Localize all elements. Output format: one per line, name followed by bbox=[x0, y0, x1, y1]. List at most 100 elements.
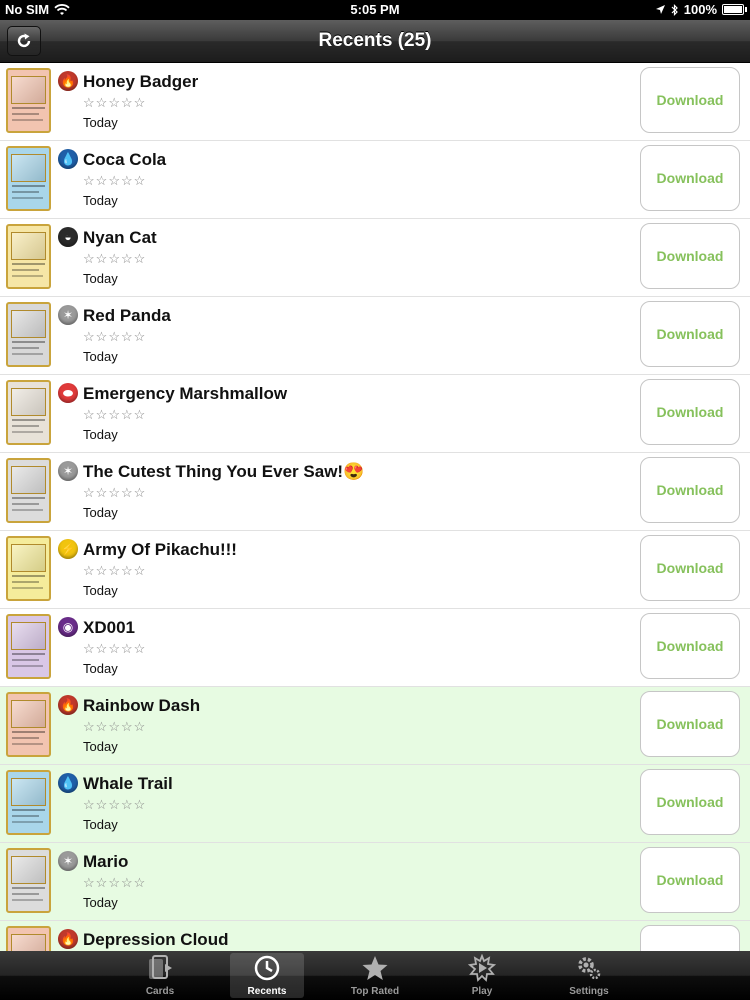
rating-stars[interactable]: ☆ ☆ ☆ ☆ ☆ bbox=[83, 876, 145, 889]
tab-label: Cards bbox=[145, 986, 175, 997]
star-empty-icon: ☆ bbox=[95, 563, 108, 578]
rating-stars[interactable]: ☆ ☆ ☆ ☆ ☆ bbox=[83, 564, 145, 577]
rating-stars[interactable]: ☆ ☆ ☆ ☆ ☆ bbox=[83, 642, 145, 655]
tab-label: Recents bbox=[247, 986, 287, 997]
star-empty-icon: ☆ bbox=[83, 251, 95, 266]
card-thumbnail[interactable] bbox=[6, 614, 51, 679]
card-date: Today bbox=[83, 115, 118, 130]
rating-stars[interactable]: ☆ ☆ ☆ ☆ ☆ bbox=[83, 252, 145, 265]
tab-top-rated[interactable]: Top Rated bbox=[338, 953, 412, 998]
card-text-line bbox=[12, 197, 43, 199]
card-text-line bbox=[12, 509, 43, 511]
star-empty-icon: ☆ bbox=[120, 875, 133, 890]
download-button[interactable]: Download bbox=[640, 145, 740, 211]
star-empty-icon: ☆ bbox=[120, 251, 133, 266]
card-thumbnail[interactable] bbox=[6, 302, 51, 367]
refresh-button[interactable] bbox=[7, 26, 41, 56]
card-thumbnail[interactable] bbox=[6, 692, 51, 757]
psychic-icon: ◉ bbox=[58, 617, 78, 637]
star-empty-icon: ☆ bbox=[120, 485, 133, 500]
download-button[interactable]: Download bbox=[640, 223, 740, 289]
nav-bar: Recents (25) bbox=[0, 20, 750, 63]
card-thumbnail[interactable] bbox=[6, 770, 51, 835]
recents-list[interactable]: 🔥 Honey Badger ☆ ☆ ☆ ☆ ☆ Today Download 💧 Coca Col… bbox=[0, 63, 750, 951]
card-thumbnail[interactable] bbox=[6, 458, 51, 523]
list-item[interactable]: 💧 Coca Cola ☆ ☆ ☆ ☆ ☆ Today Download bbox=[0, 141, 750, 219]
list-item[interactable]: ◉ XD001 ☆ ☆ ☆ ☆ ☆ Today Download bbox=[0, 609, 750, 687]
star-empty-icon: ☆ bbox=[120, 407, 133, 422]
rating-stars[interactable]: ☆ ☆ ☆ ☆ ☆ bbox=[83, 798, 145, 811]
list-item[interactable]: ✶ Red Panda ☆ ☆ ☆ ☆ ☆ Today Download bbox=[0, 297, 750, 375]
star-empty-icon: ☆ bbox=[95, 407, 108, 422]
list-item[interactable]: ⬬ Emergency Marshmallow ☆ ☆ ☆ ☆ ☆ Today Download bbox=[0, 375, 750, 453]
download-button[interactable]: Download bbox=[640, 769, 740, 835]
water-icon: 💧 bbox=[58, 773, 78, 793]
rating-stars[interactable]: ☆ ☆ ☆ ☆ ☆ bbox=[83, 720, 145, 733]
rating-stars[interactable]: ☆ ☆ ☆ ☆ ☆ bbox=[83, 486, 145, 499]
star-empty-icon: ☆ bbox=[133, 407, 146, 422]
card-name: Depression Cloud bbox=[83, 930, 229, 949]
download-button[interactable]: Download bbox=[640, 457, 740, 523]
star-empty-icon: ☆ bbox=[95, 173, 108, 188]
card-art bbox=[11, 700, 46, 728]
tab-label: Top Rated bbox=[350, 986, 400, 997]
download-button[interactable]: Download bbox=[640, 925, 740, 951]
card-date: Today bbox=[83, 583, 118, 598]
status-right: 100% bbox=[655, 2, 747, 17]
colorless-icon: ✶ bbox=[58, 305, 78, 325]
card-thumbnail[interactable] bbox=[6, 224, 51, 289]
list-item[interactable]: 🔥 Honey Badger ☆ ☆ ☆ ☆ ☆ Today Download bbox=[0, 63, 750, 141]
download-button[interactable]: Download bbox=[640, 67, 740, 133]
card-thumbnail[interactable] bbox=[6, 146, 51, 211]
download-button[interactable]: Download bbox=[640, 613, 740, 679]
list-item[interactable]: ◒ Nyan Cat ☆ ☆ ☆ ☆ ☆ Today Download bbox=[0, 219, 750, 297]
page-title: Recents (25) bbox=[318, 30, 432, 51]
star-empty-icon: ☆ bbox=[108, 173, 120, 188]
card-text-line bbox=[12, 431, 43, 433]
star-empty-icon: ☆ bbox=[133, 173, 146, 188]
card-date: Today bbox=[83, 505, 118, 520]
card-date: Today bbox=[83, 193, 118, 208]
download-button[interactable]: Download bbox=[640, 691, 740, 757]
tab-cards[interactable]: Cards bbox=[123, 953, 197, 998]
list-item[interactable]: ✶ Mario ☆ ☆ ☆ ☆ ☆ Today Download bbox=[0, 843, 750, 921]
star-empty-icon: ☆ bbox=[95, 485, 108, 500]
tab-recents[interactable]: Recents bbox=[230, 953, 304, 998]
list-item[interactable]: ⚡ Army Of Pikachu!!! ☆ ☆ ☆ ☆ ☆ Today Download bbox=[0, 531, 750, 609]
card-thumbnail[interactable] bbox=[6, 926, 51, 951]
trainer-icon: ⬬ bbox=[58, 383, 78, 403]
download-button[interactable]: Download bbox=[640, 379, 740, 445]
download-button[interactable]: Download bbox=[640, 301, 740, 367]
rating-stars[interactable]: ☆ ☆ ☆ ☆ ☆ bbox=[83, 330, 145, 343]
star-empty-icon: ☆ bbox=[83, 95, 95, 110]
star-empty-icon: ☆ bbox=[108, 719, 120, 734]
download-button[interactable]: Download bbox=[640, 847, 740, 913]
card-thumbnail[interactable] bbox=[6, 536, 51, 601]
card-date: Today bbox=[83, 349, 118, 364]
star-empty-icon: ☆ bbox=[95, 641, 108, 656]
star-empty-icon: ☆ bbox=[108, 641, 120, 656]
card-thumbnail[interactable] bbox=[6, 380, 51, 445]
darkness-icon: ◒ bbox=[58, 227, 78, 247]
card-text-line bbox=[12, 809, 45, 811]
star-empty-icon: ☆ bbox=[120, 641, 133, 656]
list-item[interactable]: 💧 Whale Trail ☆ ☆ ☆ ☆ ☆ Today Download bbox=[0, 765, 750, 843]
clock-icon bbox=[230, 953, 304, 983]
card-thumbnail[interactable] bbox=[6, 68, 51, 133]
list-item[interactable]: 🔥 Rainbow Dash ☆ ☆ ☆ ☆ ☆ Today Download bbox=[0, 687, 750, 765]
card-text-line bbox=[12, 191, 39, 193]
refresh-icon bbox=[17, 33, 31, 48]
star-empty-icon: ☆ bbox=[83, 875, 95, 890]
download-button[interactable]: Download bbox=[640, 535, 740, 601]
rating-stars[interactable]: ☆ ☆ ☆ ☆ ☆ bbox=[83, 174, 145, 187]
list-item[interactable]: ✶ The Cutest Thing You Ever Saw!😍 ☆ ☆ ☆ ☆ ☆ Tod… bbox=[0, 453, 750, 531]
list-item[interactable]: 🔥Depression Cloud☆☆☆☆☆TodayDownload bbox=[0, 921, 750, 951]
rating-stars[interactable]: ☆ ☆ ☆ ☆ ☆ bbox=[83, 408, 145, 421]
card-thumbnail[interactable] bbox=[6, 848, 51, 913]
rating-stars[interactable]: ☆ ☆ ☆ ☆ ☆ bbox=[83, 96, 145, 109]
star-empty-icon: ☆ bbox=[120, 563, 133, 578]
star-empty-icon: ☆ bbox=[133, 563, 146, 578]
tab-play[interactable]: Play bbox=[445, 953, 519, 998]
tab-settings[interactable]: Settings bbox=[552, 953, 626, 998]
card-text-line bbox=[12, 659, 39, 661]
